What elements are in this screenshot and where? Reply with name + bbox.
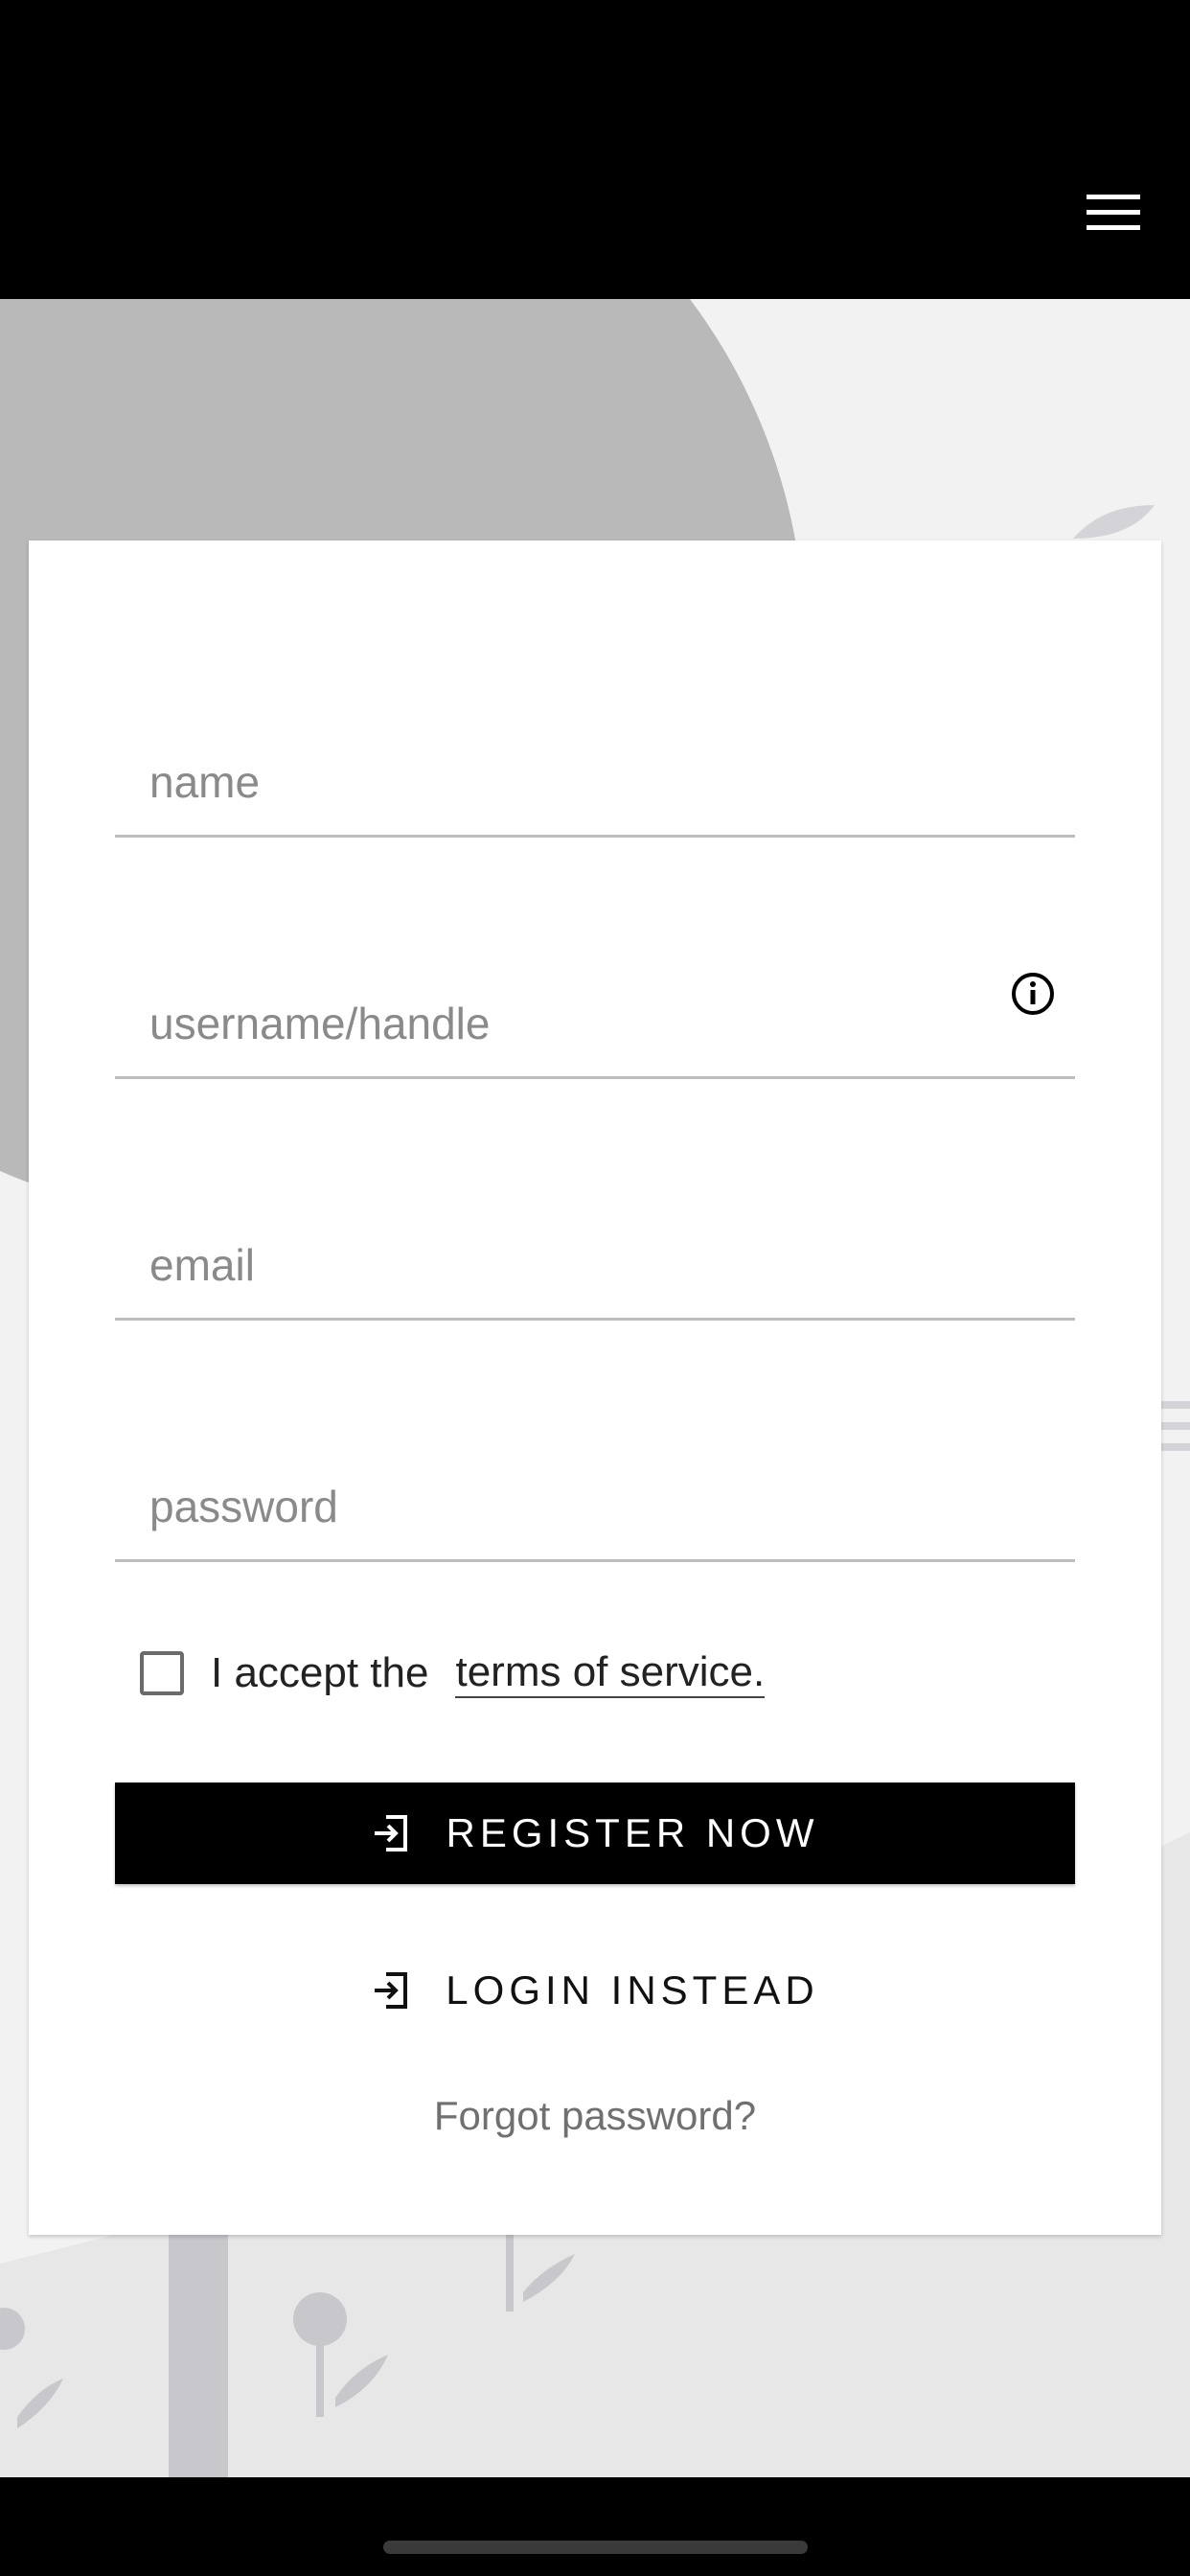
register-card: I accept the terms of service. REGISTER … — [29, 540, 1161, 2235]
terms-row: I accept the terms of service. — [140, 1644, 766, 1702]
forgot-password-link[interactable]: Forgot password? — [29, 2093, 1161, 2139]
email-input[interactable] — [115, 1212, 1075, 1318]
info-circle-icon[interactable] — [1010, 971, 1056, 1017]
email-field — [115, 1177, 1075, 1321]
hamburger-menu-icon — [1087, 195, 1140, 230]
terms-checkbox[interactable] — [140, 1651, 184, 1695]
register-button[interactable]: REGISTER NOW — [115, 1782, 1075, 1884]
login-instead-label: LOGIN INSTEAD — [446, 1967, 819, 2012]
login-instead-button[interactable]: LOGIN INSTEAD — [115, 1940, 1075, 2041]
username-input[interactable] — [115, 971, 1075, 1076]
username-field — [115, 935, 1075, 1079]
app-header — [0, 0, 1190, 299]
home-indicator[interactable] — [383, 2541, 808, 2554]
terms-prefix-text: I accept the — [211, 1649, 429, 1696]
menu-button[interactable] — [1075, 182, 1152, 242]
password-field — [115, 1418, 1075, 1562]
login-arrow-icon — [375, 1815, 408, 1852]
name-field — [115, 694, 1075, 838]
register-button-label: REGISTER NOW — [446, 1810, 819, 1855]
login-arrow-icon — [375, 1972, 408, 2009]
terms-of-service-link[interactable]: terms of service. — [455, 1648, 766, 1699]
name-input[interactable] — [115, 729, 1075, 835]
bottom-system-bar — [0, 2477, 1190, 2576]
password-input[interactable] — [115, 1454, 1075, 1559]
